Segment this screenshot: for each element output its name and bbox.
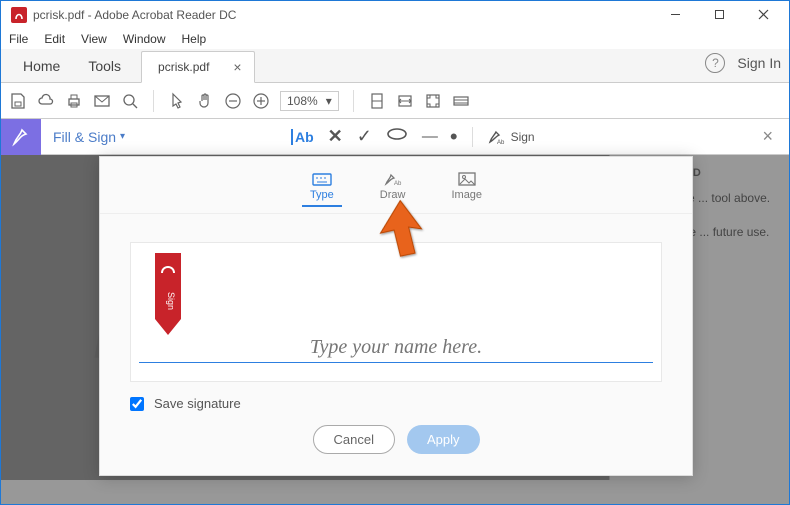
tab-document[interactable]: pcrisk.pdf × <box>141 51 255 83</box>
tab-draw-label: Draw <box>380 189 406 201</box>
zoom-value: 108% <box>287 94 318 108</box>
text-tool-icon[interactable]: Ab <box>291 129 314 145</box>
titlebar: pcrisk.pdf - Adobe Acrobat Reader DC <box>1 1 789 29</box>
main-toolbar: 108% ▾ <box>1 83 789 119</box>
search-icon[interactable] <box>121 92 139 110</box>
sign-in-link[interactable]: Sign In <box>737 55 781 71</box>
svg-text:Sign: Sign <box>166 292 176 310</box>
tab-home[interactable]: Home <box>9 50 74 82</box>
modal-tab-bar: Type Ab Draw Image <box>100 157 692 214</box>
menubar: File Edit View Window Help <box>1 29 789 49</box>
tab-type[interactable]: Type <box>302 167 342 207</box>
tab-bar: Home Tools pcrisk.pdf × ? Sign In <box>1 49 789 83</box>
tab-close-icon[interactable]: × <box>233 59 241 75</box>
fit-page-icon[interactable] <box>368 92 386 110</box>
hand-icon[interactable] <box>196 92 214 110</box>
svg-text:Ab: Ab <box>394 181 402 187</box>
cloud-icon[interactable] <box>37 92 55 110</box>
check-mark-icon[interactable]: ✓ <box>357 126 372 147</box>
minimize-button[interactable] <box>653 1 697 29</box>
oval-icon[interactable] <box>386 127 408 146</box>
image-icon <box>457 171 477 187</box>
print-icon[interactable] <box>65 92 83 110</box>
read-mode-icon[interactable] <box>452 92 470 110</box>
apply-button[interactable]: Apply <box>407 425 480 454</box>
save-signature-row: Save signature <box>130 396 662 411</box>
close-icon[interactable]: × <box>762 126 773 147</box>
fill-sign-badge-icon <box>1 119 41 155</box>
signature-line <box>139 362 653 363</box>
signature-input[interactable] <box>131 336 661 359</box>
save-icon[interactable] <box>9 92 27 110</box>
pen-icon: Ab <box>383 171 403 187</box>
save-signature-label: Save signature <box>154 396 241 411</box>
sign-tool[interactable]: Ab Sign <box>487 128 535 146</box>
tab-image[interactable]: Image <box>443 167 490 207</box>
save-signature-checkbox[interactable] <box>130 397 144 411</box>
line-icon[interactable]: — <box>422 128 436 146</box>
svg-text:Ab: Ab <box>497 140 505 146</box>
chevron-down-icon: ▾ <box>120 131 125 142</box>
menu-file[interactable]: File <box>9 32 28 46</box>
zoom-in-icon[interactable] <box>252 92 270 110</box>
menu-window[interactable]: Window <box>123 32 166 46</box>
tab-draw[interactable]: Ab Draw <box>372 167 414 207</box>
tab-image-label: Image <box>451 189 482 201</box>
help-icon[interactable]: ? <box>705 53 725 73</box>
sign-here-flag-icon: Sign <box>153 253 183 344</box>
cancel-button[interactable]: Cancel <box>313 425 395 454</box>
pointer-icon[interactable] <box>168 92 186 110</box>
signature-area: Sign <box>130 242 662 382</box>
fill-sign-bar: Fill & Sign ▾ Ab ✕ ✓ — • Ab Sign × <box>1 119 789 155</box>
window-title: pcrisk.pdf - Adobe Acrobat Reader DC <box>33 8 653 22</box>
zoom-out-icon[interactable] <box>224 92 242 110</box>
menu-view[interactable]: View <box>81 32 107 46</box>
acrobat-app-icon <box>11 7 27 23</box>
tab-tools[interactable]: Tools <box>74 50 135 82</box>
signature-modal: Type Ab Draw Image Sign Save signature C… <box>99 156 693 476</box>
dot-icon[interactable]: • <box>450 124 458 150</box>
fit-visible-icon[interactable] <box>424 92 442 110</box>
zoom-select[interactable]: 108% ▾ <box>280 91 339 111</box>
x-mark-icon[interactable]: ✕ <box>328 126 343 147</box>
keyboard-icon <box>312 171 332 187</box>
tab-type-label: Type <box>310 189 334 201</box>
mail-icon[interactable] <box>93 92 111 110</box>
menu-edit[interactable]: Edit <box>44 32 65 46</box>
maximize-button[interactable] <box>697 1 741 29</box>
fill-sign-title[interactable]: Fill & Sign ▾ <box>53 129 125 145</box>
close-button[interactable] <box>741 1 785 29</box>
chevron-down-icon: ▾ <box>326 94 332 108</box>
fit-width-icon[interactable] <box>396 92 414 110</box>
menu-help[interactable]: Help <box>182 32 207 46</box>
tab-document-label: pcrisk.pdf <box>158 60 209 74</box>
